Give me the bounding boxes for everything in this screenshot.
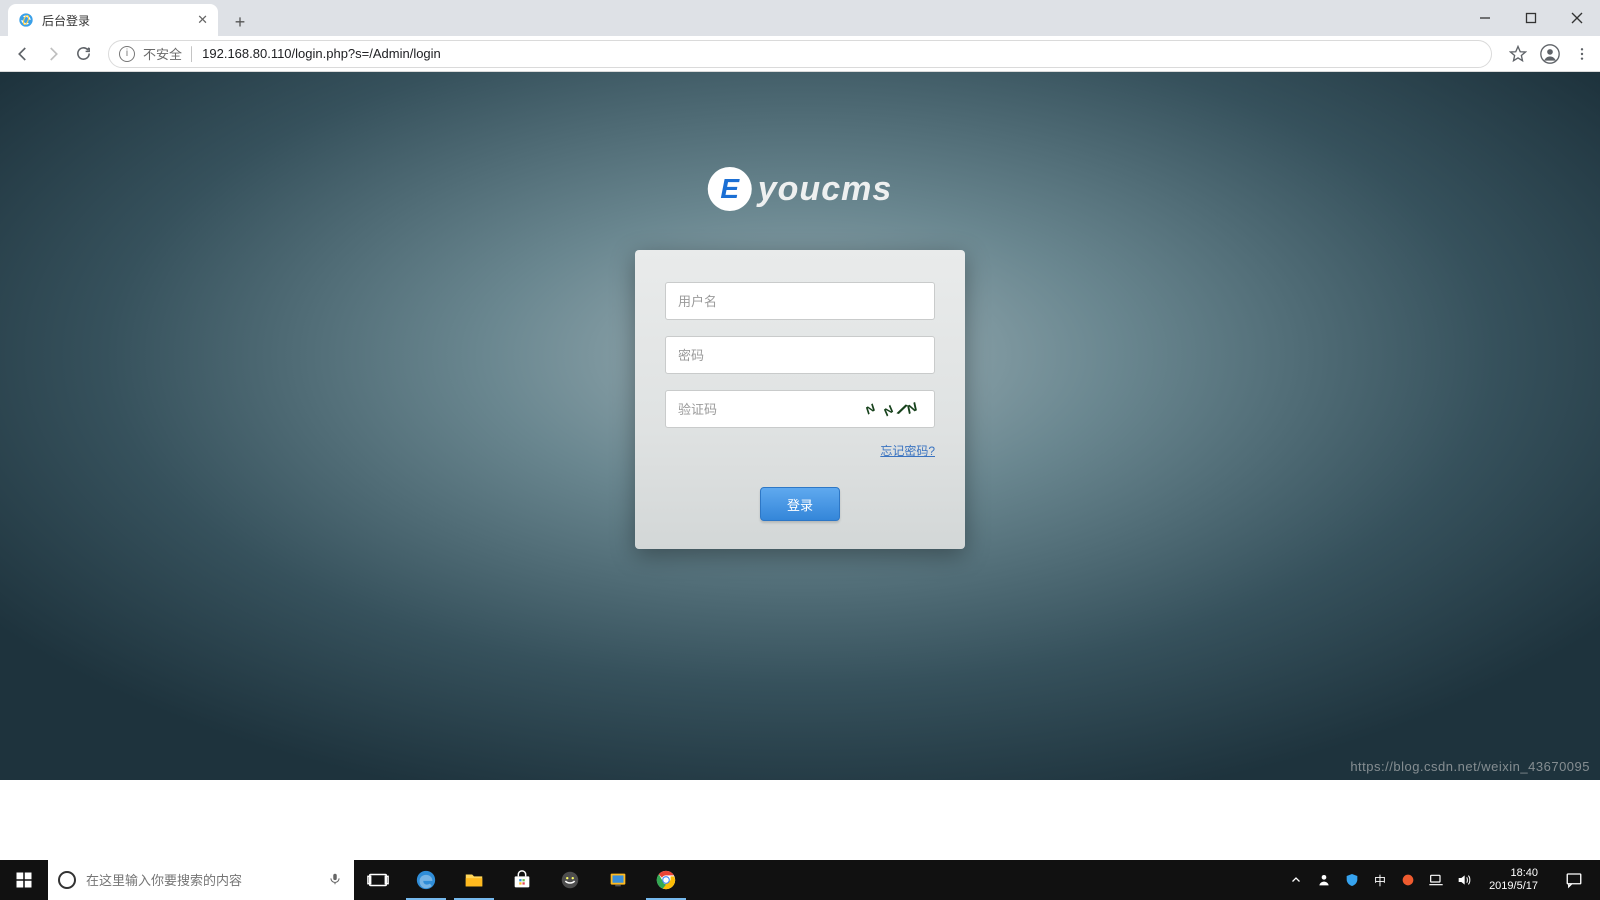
system-tray: 中 18:40 2019/5/17	[1287, 860, 1600, 900]
profile-avatar-icon[interactable]	[1540, 44, 1560, 64]
captcha-image[interactable]: NN/N	[812, 395, 922, 423]
nav-forward-button[interactable]	[38, 39, 68, 69]
bookmark-star-icon[interactable]	[1508, 44, 1528, 64]
tray-chevron-up-icon[interactable]	[1287, 871, 1305, 889]
new-tab-button[interactable]: +	[226, 8, 254, 36]
taskbar-store-icon[interactable]	[498, 860, 546, 900]
clock-time: 18:40	[1489, 867, 1538, 880]
task-view-button[interactable]	[354, 860, 402, 900]
forgot-password-row: 忘记密码?	[665, 442, 935, 459]
windows-taskbar: 中 18:40 2019/5/17	[0, 860, 1600, 900]
browser-toolbar: i 不安全 │ 192.168.80.110/login.php?s=/Admi…	[0, 36, 1600, 72]
taskbar-app2-icon[interactable]	[594, 860, 642, 900]
security-label: 不安全	[143, 44, 182, 63]
logo-text: youcms	[758, 170, 893, 209]
window-minimize-button[interactable]	[1462, 0, 1508, 36]
logo-badge: E	[708, 167, 752, 211]
taskbar-app1-icon[interactable]	[546, 860, 594, 900]
tray-network-icon[interactable]	[1427, 871, 1445, 889]
site-info-icon[interactable]: i	[119, 46, 135, 62]
tray-ime-indicator[interactable]: 中	[1371, 871, 1389, 889]
password-field-wrapper	[665, 336, 935, 374]
watermark-text: https://blog.csdn.net/weixin_43670095	[1350, 759, 1590, 774]
window-close-button[interactable]	[1554, 0, 1600, 36]
taskbar-explorer-icon[interactable]	[450, 860, 498, 900]
login-submit-button[interactable]: 登录	[760, 487, 840, 521]
kebab-menu-icon[interactable]	[1572, 44, 1592, 64]
tray-defender-icon[interactable]	[1343, 871, 1361, 889]
browser-tab-strip: 后台登录 ✕ +	[0, 0, 1600, 36]
browser-tab[interactable]: 后台登录 ✕	[8, 4, 218, 36]
mic-icon[interactable]	[328, 872, 344, 889]
username-field-wrapper	[665, 282, 935, 320]
window-controls	[1462, 0, 1600, 36]
ie-favicon-icon	[18, 12, 34, 28]
login-card: NN/N 忘记密码? 登录	[635, 250, 965, 549]
brand-logo: E youcms	[708, 167, 893, 211]
nav-reload-button[interactable]	[68, 39, 98, 69]
clock-date: 2019/5/17	[1489, 880, 1538, 893]
tab-close-icon[interactable]: ✕	[197, 12, 208, 28]
captcha-input[interactable]	[678, 391, 812, 427]
start-button[interactable]	[0, 860, 48, 900]
taskbar-chrome-icon[interactable]	[642, 860, 690, 900]
taskbar-edge-icon[interactable]	[402, 860, 450, 900]
window-maximize-button[interactable]	[1508, 0, 1554, 36]
action-center-icon[interactable]	[1554, 871, 1594, 889]
taskbar-clock[interactable]: 18:40 2019/5/17	[1483, 867, 1544, 892]
tray-quickconnect-icon[interactable]	[1399, 871, 1417, 889]
tab-title: 后台登录	[42, 12, 197, 29]
cortana-icon	[58, 871, 76, 889]
nav-back-button[interactable]	[8, 39, 38, 69]
username-input[interactable]	[678, 283, 922, 319]
taskbar-search-input[interactable]	[86, 873, 328, 888]
forgot-password-link[interactable]: 忘记密码?	[880, 444, 935, 458]
password-input[interactable]	[678, 337, 922, 373]
page-content: E youcms NN/N 忘记密码? 登录 https://blog.csdn…	[0, 72, 1600, 780]
taskbar-search[interactable]	[48, 860, 354, 900]
url-text: 192.168.80.110/login.php?s=/Admin/login	[202, 46, 441, 61]
tray-volume-icon[interactable]	[1455, 871, 1473, 889]
address-bar[interactable]: i 不安全 │ 192.168.80.110/login.php?s=/Admi…	[108, 40, 1492, 68]
tray-people-icon[interactable]	[1315, 871, 1333, 889]
